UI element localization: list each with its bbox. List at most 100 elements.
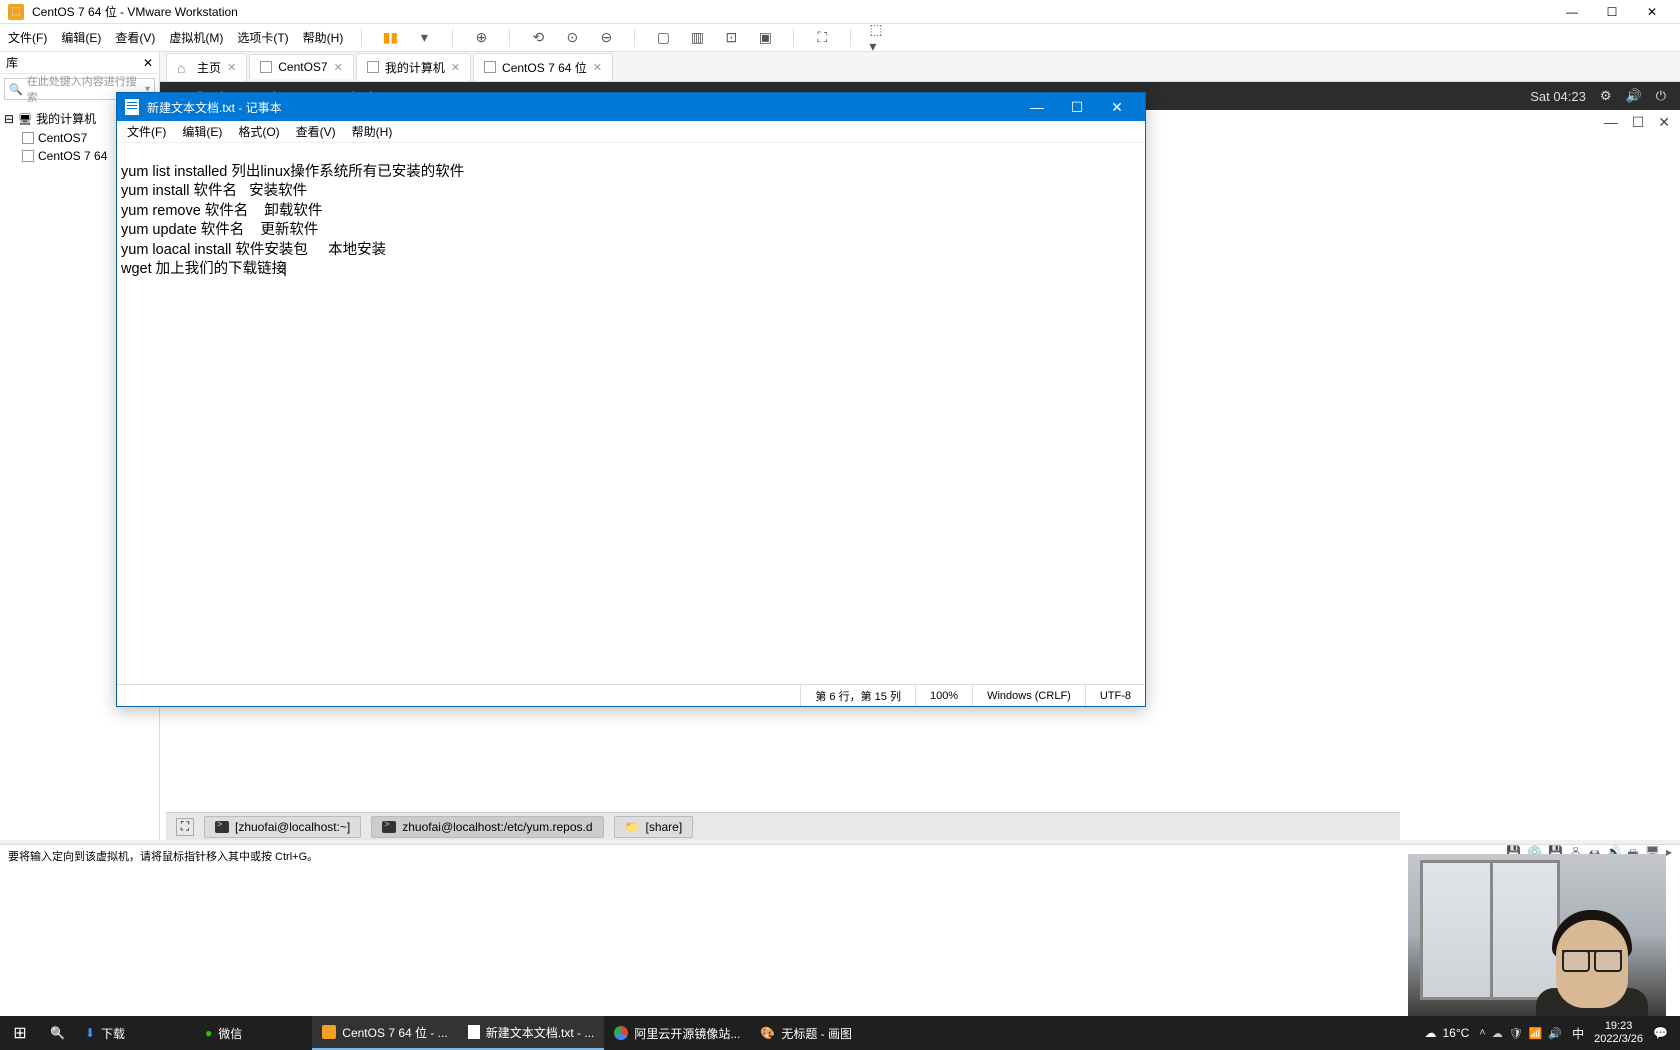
notepad-title-text: 新建文本文档.txt - 记事本 xyxy=(147,99,282,116)
send-keys-icon[interactable]: ⊕ xyxy=(471,28,491,48)
vmware-titlebar: CentOS 7 64 位 - VMware Workstation — ☐ ✕ xyxy=(0,0,1680,24)
show-desktop-icon[interactable]: ⛶ xyxy=(176,818,194,836)
notepad-menu-edit[interactable]: 编辑(E) xyxy=(182,123,222,140)
tab-close-icon[interactable]: ✕ xyxy=(593,61,602,74)
notepad-maximize-button[interactable]: ☐ xyxy=(1057,93,1097,121)
menu-edit[interactable]: 编辑(E) xyxy=(61,29,101,46)
vm-icon xyxy=(22,150,34,162)
sidebar-close-icon[interactable]: ✕ xyxy=(143,56,153,70)
sidebar-title: 库 xyxy=(6,54,18,71)
menu-vm[interactable]: 虚拟机(M) xyxy=(169,29,223,46)
close-button[interactable]: ✕ xyxy=(1632,1,1672,23)
notifications-icon[interactable]: 💬 xyxy=(1653,1026,1668,1040)
minimize-button[interactable]: — xyxy=(1552,1,1592,23)
status-eol: Windows (CRLF) xyxy=(972,685,1085,706)
menu-file[interactable]: 文件(F) xyxy=(8,29,47,46)
taskbar-wechat[interactable]: ● 微信 xyxy=(195,1016,252,1050)
stretch-icon[interactable]: ⬚ ▾ xyxy=(869,28,889,48)
tab-close-icon[interactable]: ✕ xyxy=(334,61,343,74)
paint-icon: 🎨 xyxy=(760,1026,775,1040)
home-icon xyxy=(177,60,191,74)
toolbar-dropdown-icon[interactable]: ▾ xyxy=(414,28,434,48)
menu-tabs[interactable]: 选项卡(T) xyxy=(237,29,288,46)
start-button[interactable] xyxy=(0,1016,40,1050)
panel-files[interactable]: [share] xyxy=(614,816,694,838)
taskbar-paint[interactable]: 🎨 无标题 - 画图 xyxy=(750,1016,862,1050)
collapse-icon[interactable]: ⊟ xyxy=(4,112,14,126)
notepad-text-area[interactable]: yum list installed 列出linux操作系统所有已安装的软件 y… xyxy=(117,143,1145,684)
guest-maximize-icon[interactable]: ☐ xyxy=(1632,114,1645,131)
vmware-icon xyxy=(322,1025,336,1039)
tray-cloud-icon[interactable]: ☁ xyxy=(1492,1027,1503,1040)
snapshot-icon[interactable]: ⟲ xyxy=(528,28,548,48)
vm-icon xyxy=(484,61,496,73)
tray-security-icon[interactable]: 🛡 xyxy=(1509,1027,1523,1040)
tray-wifi-icon[interactable]: 📶 xyxy=(1529,1027,1543,1040)
status-zoom: 100% xyxy=(915,685,972,706)
notepad-menu-view[interactable]: 查看(V) xyxy=(296,123,336,140)
vmware-menubar: 文件(F) 编辑(E) 查看(V) 虚拟机(M) 选项卡(T) 帮助(H) ▮▮… xyxy=(0,24,1680,52)
menu-help[interactable]: 帮助(H) xyxy=(303,29,344,46)
taskbar-clock[interactable]: 19:23 2022/3/26 xyxy=(1594,1020,1643,1046)
terminal-icon xyxy=(215,821,229,833)
panel-terminal-1[interactable]: [zhuofai@localhost:~] xyxy=(204,816,361,838)
status-message: 要将输入定向到该虚拟机，请将鼠标指针移入其中或按 Ctrl+G。 xyxy=(8,848,318,864)
vm-icon xyxy=(260,61,272,73)
tab-mycomputer[interactable]: 我的计算机 ✕ xyxy=(356,53,471,81)
tab-centos7[interactable]: CentOS7 ✕ xyxy=(249,54,354,79)
view-console-icon[interactable]: ▣ xyxy=(755,28,775,48)
maximize-button[interactable]: ☐ xyxy=(1592,1,1632,23)
view-single-icon[interactable]: ▢ xyxy=(653,28,673,48)
status-encoding: UTF-8 xyxy=(1085,685,1145,706)
tab-home[interactable]: 主页 ✕ xyxy=(166,53,247,81)
menu-view[interactable]: 查看(V) xyxy=(115,29,155,46)
notepad-menu-file[interactable]: 文件(F) xyxy=(127,123,166,140)
tray-up-icon[interactable]: ˄ xyxy=(1479,1027,1485,1040)
tab-close-icon[interactable]: ✕ xyxy=(227,61,236,74)
ime-indicator[interactable]: 中 xyxy=(1572,1025,1584,1042)
tray-volume-icon[interactable]: 🔊 xyxy=(1548,1027,1562,1040)
volume-icon[interactable]: 🔊 xyxy=(1626,88,1642,104)
tab-centos7-64[interactable]: CentOS 7 64 位 ✕ xyxy=(473,53,613,81)
guest-window-controls: — ☐ ✕ xyxy=(1604,114,1670,131)
power-icon[interactable]: ⏻ xyxy=(1656,88,1666,104)
notepad-minimize-button[interactable]: — xyxy=(1017,93,1057,121)
snapshot-revert-icon[interactable]: ⊖ xyxy=(596,28,616,48)
taskbar-vmware[interactable]: CentOS 7 64 位 - ... xyxy=(312,1016,457,1050)
view-unity-icon[interactable]: ⊡ xyxy=(721,28,741,48)
tab-close-icon[interactable]: ✕ xyxy=(451,61,460,74)
network-icon[interactable]: ⚙ xyxy=(1600,88,1612,104)
windows-taskbar: ⬇ 下载 ● 微信 CentOS 7 64 位 - ... 新建文本文档.txt… xyxy=(0,1016,1680,1050)
guest-clock[interactable]: Sat 04:23 xyxy=(1530,89,1586,104)
fullscreen-icon[interactable]: ⛶ xyxy=(812,28,832,48)
view-thumb-icon[interactable]: ▥ xyxy=(687,28,707,48)
wechat-icon: ● xyxy=(205,1026,212,1040)
guest-minimize-icon[interactable]: — xyxy=(1604,114,1618,131)
computer-icon xyxy=(18,112,32,126)
panel-terminal-2[interactable]: zhuofai@localhost:/etc/yum.repos.d xyxy=(371,816,603,838)
taskbar-chrome[interactable]: 阿里云开源镜像站... xyxy=(604,1016,750,1050)
snapshot-manager-icon[interactable]: ⊙ xyxy=(562,28,582,48)
vm-icon xyxy=(22,132,34,144)
window-title: CentOS 7 64 位 - VMware Workstation xyxy=(32,3,1552,20)
download-icon: ⬇ xyxy=(85,1026,95,1040)
pause-vm-icon[interactable]: ▮▮ xyxy=(380,28,400,48)
search-button[interactable] xyxy=(40,1016,75,1050)
guest-close-icon[interactable]: ✕ xyxy=(1658,114,1670,131)
notepad-statusbar: 第 6 行，第 15 列 100% Windows (CRLF) UTF-8 xyxy=(117,684,1145,706)
system-tray[interactable]: ˄ ☁ 🛡 📶 🔊 xyxy=(1479,1027,1562,1040)
notepad-close-button[interactable]: ✕ xyxy=(1097,93,1137,121)
taskbar-notepad[interactable]: 新建文本文档.txt - ... xyxy=(458,1016,605,1050)
weather-widget[interactable]: ☁ 16°C xyxy=(1424,1026,1469,1040)
folder-icon xyxy=(625,820,640,834)
notepad-menu-help[interactable]: 帮助(H) xyxy=(352,123,393,140)
device-more-icon[interactable]: ▸ xyxy=(1666,845,1672,866)
vm-icon xyxy=(367,61,379,73)
vm-tabs: 主页 ✕ CentOS7 ✕ 我的计算机 ✕ CentOS 7 64 位 ✕ xyxy=(160,52,1680,82)
notepad-icon xyxy=(125,99,139,115)
search-icon: 🔍 xyxy=(9,83,23,96)
terminal-icon xyxy=(382,821,396,833)
downloads-shortcut[interactable]: ⬇ 下载 xyxy=(75,1016,135,1050)
notepad-titlebar[interactable]: 新建文本文档.txt - 记事本 — ☐ ✕ xyxy=(117,93,1145,121)
notepad-menu-format[interactable]: 格式(O) xyxy=(238,123,279,140)
